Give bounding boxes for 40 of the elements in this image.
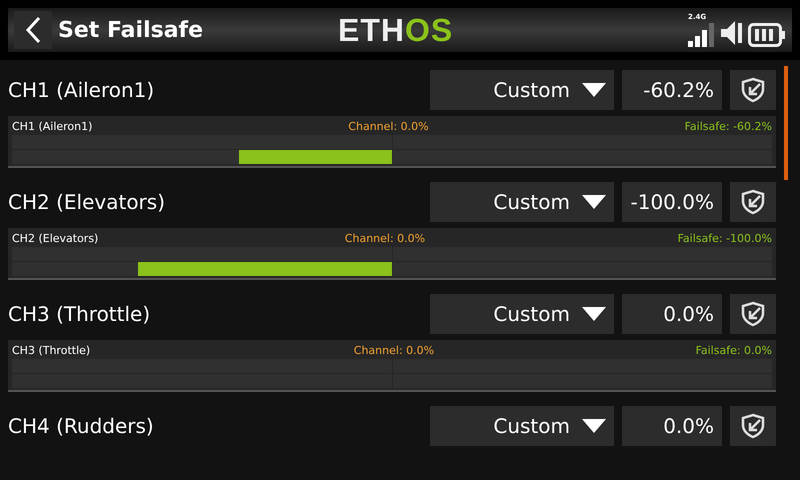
set-current-button[interactable] [730,70,776,110]
speaker-icon [720,19,744,47]
chevron-left-icon [25,16,41,44]
caret-icon [582,195,606,209]
channel-value: Channel: 0.0% [344,232,426,244]
set-current-button[interactable] [730,406,776,446]
channel-label: CH3 (Throttle) [12,344,92,356]
shield-arrow-icon [740,301,766,327]
failsafe-value: Failsafe: 0.0% [696,344,772,356]
channel-value: Channel: 0.0% [354,344,436,356]
mode-dropdown[interactable]: Custom [430,70,614,110]
failsafe-value: Failsafe: -60.2% [684,120,772,132]
channel-label: CH2 (Elevators) [12,232,100,244]
mode-dropdown[interactable]: Custom [430,406,614,446]
mode-dropdown[interactable]: Custom [430,294,614,334]
shield-arrow-icon [740,413,766,439]
set-current-button[interactable] [730,182,776,222]
mode-dropdown[interactable]: Custom [430,182,614,222]
value-field[interactable]: 0.0% [622,294,722,334]
channel-name: CH4 (Rudders) [8,414,155,438]
shield-arrow-icon [740,77,766,103]
caret-icon [582,83,606,97]
page-title: Set Failsafe [58,18,204,42]
channel-name: CH3 (Throttle) [8,302,152,326]
signal-icon [688,21,716,47]
channel-label: CH1 (Aileron1) [12,120,94,132]
set-current-button[interactable] [730,294,776,334]
battery-icon [748,23,786,47]
channel-name: CH1 (Aileron1) [8,78,156,102]
value-field[interactable]: -100.0% [622,182,722,222]
channel-name: CH2 (Elevators) [8,190,166,214]
back-button[interactable] [14,11,52,49]
value-field[interactable]: 0.0% [622,406,722,446]
shield-arrow-icon [740,189,766,215]
logo: ETHOS [338,12,454,48]
value-field[interactable]: -60.2% [622,70,722,110]
channel-value: Channel: 0.0% [348,120,430,132]
caret-icon [582,307,606,321]
caret-icon [582,419,606,433]
failsafe-value: Failsafe: -100.0% [678,232,772,244]
